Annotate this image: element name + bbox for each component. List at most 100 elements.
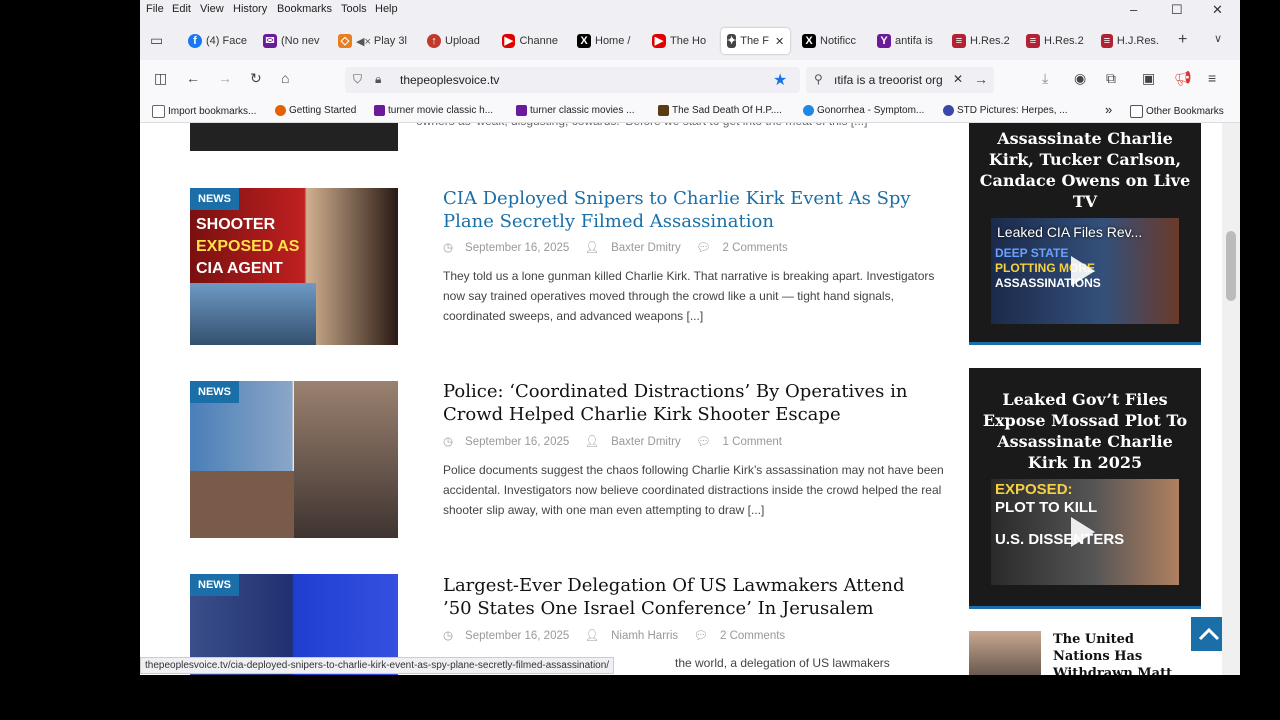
reload-button[interactable]: ↻	[250, 70, 262, 87]
tab-hjres[interactable]: ≡ H.J.Res.	[1101, 28, 1159, 54]
post-comments[interactable]: 2 Comments	[723, 242, 788, 254]
web-page: owners as 'weak, disgusting, cowards.' B…	[140, 123, 1240, 675]
bookmark-tcm-1[interactable]: turner movie classic h...	[374, 105, 493, 116]
menu-bookmarks[interactable]: Bookmarks	[277, 3, 332, 15]
bookmark-gonorrhea[interactable]: Gonorrhea - Symptom...	[803, 105, 924, 116]
extensions-icon[interactable]: ⧉	[1106, 70, 1116, 87]
facebook-icon: f	[188, 34, 202, 48]
user-icon: 👤︎	[584, 436, 600, 448]
back-button[interactable]: ←	[186, 70, 200, 86]
tab-channel[interactable]: ▶ Channe	[502, 28, 558, 54]
video-player[interactable]: DEEP STATE PLOTTING MORE ASSASSINATIONS …	[991, 218, 1179, 324]
bookmarks-overflow-chevron-icon[interactable]: »	[1105, 102, 1112, 117]
bookmark-import[interactable]: Import bookmarks...	[152, 105, 256, 118]
tab-youtube[interactable]: ▶ The Ho	[652, 28, 710, 54]
menu-help[interactable]: Help	[375, 3, 398, 15]
account-icon[interactable]: ◉	[1074, 70, 1086, 87]
tab-play[interactable]: ◇ ◀× Play 3l	[338, 28, 408, 54]
bookmark-std[interactable]: STD Pictures: Herpes, ...	[943, 105, 1068, 116]
tab-facebook[interactable]: f (4) Face	[188, 28, 248, 54]
site-icon	[943, 105, 954, 116]
user-icon: 👤︎	[584, 242, 600, 254]
sidebar-widget-title[interactable]: Assassinate Charlie Kirk, Tucker Carlson…	[969, 123, 1201, 212]
menu-file[interactable]: File	[146, 3, 164, 15]
post-title-link[interactable]: Police: ‘Coordinated Distractions’ By Op…	[443, 380, 923, 426]
play-icon[interactable]	[1071, 517, 1095, 547]
tab-hres-1[interactable]: ≡ H.Res.2	[952, 28, 1010, 54]
flag-icon: ≡	[1101, 34, 1113, 48]
tab-x-home[interactable]: X Home /	[577, 28, 633, 54]
page-scrollbar[interactable]	[1222, 123, 1240, 675]
tab-x-notifications[interactable]: X Notificc	[802, 28, 860, 54]
tab-upload[interactable]: ↑ Upload	[427, 28, 482, 54]
post-thumbnail[interactable]: SHOOTER EXPOSED AS CIA AGENT NEWS	[190, 188, 398, 345]
minimize-button[interactable]: –	[1130, 2, 1137, 17]
post-date[interactable]: September 16, 2025	[465, 630, 569, 642]
url-bar[interactable]: ⛉ 🔒︎ thepeoplesvoice.tv ★	[345, 67, 800, 93]
lock-icon[interactable]: 🔒︎	[375, 72, 381, 87]
search-go-icon[interactable]: →	[974, 71, 988, 87]
post-date[interactable]: September 16, 2025	[465, 436, 569, 448]
comment-icon: 💬︎	[695, 242, 711, 254]
post-thumbnail[interactable]: NEWS	[190, 381, 398, 538]
play-icon[interactable]	[1071, 256, 1095, 286]
tab-active-peoples-voice[interactable]: ✦ The F ✕	[721, 28, 790, 54]
post-author[interactable]: Baxter Dmitry	[611, 436, 681, 448]
sidebar-widget-title[interactable]: Leaked Gov’t Files Expose Mossad Plot To…	[969, 368, 1201, 473]
related-thumbnail[interactable]	[969, 631, 1041, 675]
post-comments[interactable]: 2 Comments	[720, 630, 785, 642]
clock-icon: ◷	[443, 436, 454, 448]
maximize-button[interactable]: ☐	[1171, 2, 1183, 18]
downloads-icon[interactable]: ⤓	[1042, 70, 1048, 87]
tab-close-icon[interactable]: ✕	[775, 35, 784, 48]
shield-icon[interactable]: ⛉	[353, 72, 362, 87]
menu-edit[interactable]: Edit	[172, 3, 191, 15]
bookmark-getting-started[interactable]: Getting Started	[275, 105, 356, 116]
user-icon: 👤︎	[584, 630, 600, 642]
menu-history[interactable]: History	[233, 3, 267, 15]
tab-bar: ▭ f (4) Face ✉ (No nev ◇ ◀× Play 3l ↑ Upload …	[140, 20, 1240, 60]
post-comments[interactable]: 1 Comment	[723, 436, 782, 448]
other-bookmarks[interactable]: Other Bookmarks	[1130, 105, 1224, 118]
search-icon: ⚲	[814, 72, 823, 86]
related-title[interactable]: The United Nations Has Withdrawn Matt Ha…	[1053, 631, 1193, 675]
tab-overview-icon[interactable]: ▭	[150, 32, 163, 49]
post-excerpt: the world, a delegation of US lawmakers	[675, 656, 890, 670]
sidebar-toggle-icon[interactable]: ◫	[154, 70, 167, 87]
x-icon: X	[577, 34, 591, 48]
search-bar[interactable]: ⚲ ıtifa is a treoorist org ✕	[806, 67, 994, 93]
scrollbar-thumb[interactable]	[1226, 231, 1236, 301]
menu-tools[interactable]: Tools	[341, 3, 367, 15]
list-tabs-chevron-icon[interactable]: ∨	[1214, 32, 1222, 45]
mute-icon[interactable]: ◀×	[356, 35, 371, 48]
post-date[interactable]: September 16, 2025	[465, 242, 569, 254]
home-button[interactable]: ⌂	[281, 70, 289, 86]
category-badge[interactable]: NEWS	[190, 188, 239, 210]
post-title-link[interactable]: CIA Deployed Snipers to Charlie Kirk Eve…	[443, 187, 923, 233]
search-clear-icon[interactable]: ✕	[953, 72, 963, 86]
forward-button[interactable]: →	[218, 70, 232, 86]
new-tab-button[interactable]: +	[1178, 31, 1187, 49]
previous-post-thumbnail[interactable]	[190, 123, 398, 151]
tab-antifa-search[interactable]: Yantifa is	[877, 28, 935, 54]
search-input[interactable]: ıtifa is a treoorist org	[834, 73, 943, 87]
tab-hres-2[interactable]: ≡ H.Res.2	[1026, 28, 1084, 54]
bookmark-star-icon[interactable]: ★	[773, 70, 787, 90]
close-window-button[interactable]: ✕	[1212, 2, 1223, 18]
bookmark-tcm-2[interactable]: turner classic movies ...	[516, 105, 634, 116]
app-menu-icon[interactable]: ≡	[1208, 70, 1216, 86]
post-author[interactable]: Baxter Dmitry	[611, 242, 681, 254]
tab-mail[interactable]: ✉ (No nev	[263, 28, 321, 54]
post-title-link[interactable]: Largest-Ever Delegation Of US Lawmakers …	[443, 574, 923, 620]
post-author[interactable]: Niamh Harris	[611, 630, 678, 642]
video-player[interactable]: EXPOSED: PLOT TO KILL U.S. DISSENTERS	[991, 479, 1179, 585]
post-meta: ◷ September 16, 2025 👤︎ Baxter Dmitry 💬︎ 1 …	[443, 434, 794, 448]
url-text[interactable]: thepeoplesvoice.tv	[400, 73, 499, 87]
extension-badge-icon[interactable]: ▣	[1142, 70, 1155, 87]
category-badge[interactable]: NEWS	[190, 574, 239, 596]
sidebar-related-item[interactable]: The United Nations Has Withdrawn Matt Ha…	[969, 631, 1201, 675]
category-badge[interactable]: NEWS	[190, 381, 239, 403]
megaphone-icon[interactable]: 📢︎	[1174, 70, 1192, 87]
menu-view[interactable]: View	[200, 3, 224, 15]
bookmark-sad-death[interactable]: The Sad Death Of H.P....	[658, 105, 782, 116]
